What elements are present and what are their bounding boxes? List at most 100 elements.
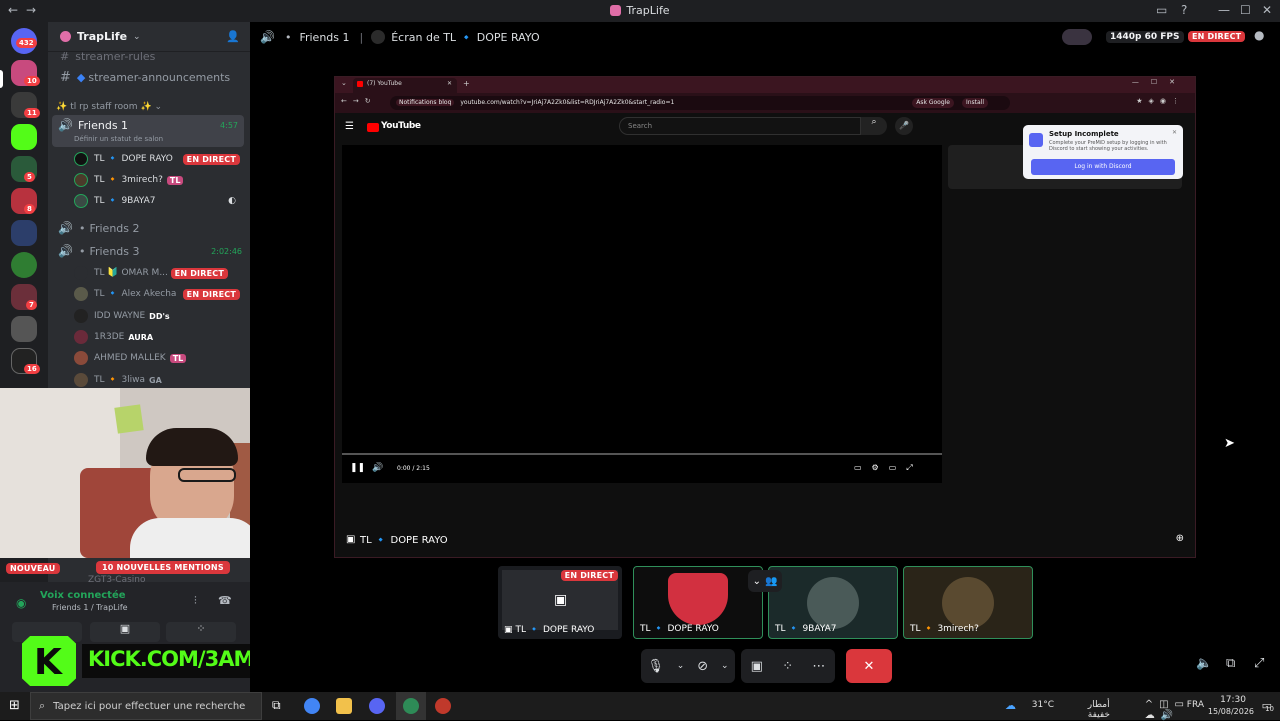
new-tab-icon[interactable]: + xyxy=(463,79,470,88)
obs-icon[interactable] xyxy=(435,698,451,714)
chat-icon[interactable]: ● xyxy=(1254,28,1264,42)
close-button[interactable]: ✕ xyxy=(1262,3,1272,17)
clock-date[interactable]: 15/08/2026 xyxy=(1208,707,1254,716)
youtube-search-input[interactable]: Search xyxy=(619,117,861,135)
server-icon[interactable] xyxy=(11,252,37,278)
disconnect-icon[interactable]: ☎ xyxy=(218,594,232,607)
file-explorer-icon[interactable] xyxy=(336,698,352,714)
channel-status-placeholder[interactable]: Définir un statut de salon xyxy=(74,135,163,143)
notification-chip[interactable]: Notifications bloq xyxy=(396,99,455,106)
chevron-down-icon[interactable]: ⌄ xyxy=(721,661,729,671)
browser-tab[interactable]: (7) YouTube ✕ xyxy=(353,78,457,93)
ask-google-chip[interactable]: Ask Google xyxy=(912,98,954,108)
server-icon-kick[interactable] xyxy=(11,124,37,150)
youtube-logo-text[interactable]: YouTube xyxy=(381,121,421,131)
avatar xyxy=(74,287,88,301)
close-tab-icon[interactable]: ✕ xyxy=(447,80,452,87)
server-icon[interactable] xyxy=(11,316,37,342)
noise-suppression-icon[interactable]: ⫶ xyxy=(194,594,197,608)
channel-item[interactable]: # ◆ streamer-announcements xyxy=(56,67,244,87)
nav-icons[interactable]: ←→↻ xyxy=(341,97,377,105)
progress-bar[interactable] xyxy=(342,453,942,455)
more-options-button[interactable]: ⋯ xyxy=(812,659,825,674)
inbox-icon[interactable]: ▭ xyxy=(1156,3,1167,17)
viewers-avatars[interactable] xyxy=(1062,29,1092,45)
voice-member[interactable]: TL 🔸 3liwa GA xyxy=(74,370,242,390)
voice-member[interactable]: TL 🔰 OMAR M... EN DIRECT xyxy=(74,263,242,283)
screen-share-button[interactable]: ▣ xyxy=(751,659,763,674)
pause-icon[interactable]: ❚❚ xyxy=(350,463,365,473)
tray-icons[interactable]: ^◫▭☁🔊 xyxy=(1145,699,1190,721)
player-controls-icons[interactable]: ▭⚙▭⤢ xyxy=(854,463,923,473)
server-icon[interactable] xyxy=(11,220,37,246)
weather-desc[interactable]: أمطار خفيفة xyxy=(1088,700,1110,720)
role-tag: GA xyxy=(149,375,162,385)
voice-channel-friends-2[interactable]: 🔊 • Friends 2 xyxy=(56,218,244,238)
voice-member[interactable]: IDD WAYNE DD's xyxy=(74,306,242,326)
volume-mute-icon[interactable]: 🔈 xyxy=(1196,656,1212,671)
video-player[interactable]: ❚❚ 🔊 0:00 / 2:15 ▭⚙▭⤢ xyxy=(342,145,942,483)
login-discord-button[interactable]: Log in with Discord xyxy=(1031,159,1175,175)
activities-button[interactable]: ⁘ xyxy=(782,659,793,674)
participant-tile[interactable]: TL 🔹 9BAYA7 xyxy=(768,566,898,639)
voice-location[interactable]: Friends 1 / TrapLife xyxy=(52,603,128,612)
category-header[interactable]: ✨ tl rp staff room ✨ ⌄ xyxy=(56,97,244,117)
address-bar[interactable]: Notifications bloq youtube.com/watch?v=J… xyxy=(390,96,1010,110)
close-icon[interactable]: ✕ xyxy=(1172,129,1177,136)
help-icon[interactable]: ? xyxy=(1181,3,1187,17)
mentions-badge[interactable]: 10 NOUVELLES MENTIONS xyxy=(96,561,230,574)
disconnect-button[interactable]: ✕ xyxy=(846,649,892,683)
channel-item[interactable]: # streamer-rules xyxy=(56,46,244,66)
extension-icons[interactable]: ★◈◉⋮ xyxy=(1136,97,1185,105)
mic-icon[interactable]: 🎤 xyxy=(895,117,913,135)
volume-icon[interactable]: 🔊 xyxy=(372,463,383,473)
popout-icon[interactable]: ⧉ xyxy=(1226,656,1235,671)
voice-channel-friends-1[interactable]: 🔊 Friends 1 4:57 Définir un statut de sa… xyxy=(52,115,244,147)
participant-tile[interactable]: ▣ EN DIRECT ▣ TL 🔹 DOPE RAYO xyxy=(498,566,622,639)
chrome-icon[interactable] xyxy=(304,698,320,714)
menu-icon[interactable]: ☰ xyxy=(345,121,354,132)
voice-status[interactable]: Voix connectée xyxy=(40,590,126,601)
browser-window-controls[interactable]: —☐✕ xyxy=(1132,78,1187,86)
breadcrumb-channel[interactable]: Friends 1 xyxy=(299,31,349,44)
voice-member[interactable]: TL 🔹 9BAYA7 ◐ xyxy=(74,191,242,211)
discord-icon[interactable] xyxy=(369,698,385,714)
chevron-down-icon[interactable]: ⌄ xyxy=(753,576,761,587)
breadcrumb-screen[interactable]: Écran de TL 🔹 DOPE RAYO xyxy=(391,31,539,44)
chrome-alt-icon[interactable] xyxy=(403,698,419,714)
weather-icon: ☁ xyxy=(1005,699,1016,712)
maximize-button[interactable]: ☐ xyxy=(1240,3,1251,17)
add-user-icon[interactable]: 👥 xyxy=(765,576,777,587)
selected-pill xyxy=(0,70,3,88)
window-title: TrapLife xyxy=(626,4,670,17)
zoom-icon[interactable]: ⊕ xyxy=(1176,533,1184,544)
minimize-button[interactable]: — xyxy=(1218,3,1230,17)
participant-tile[interactable]: TL 🔸 3mirech? xyxy=(903,566,1033,639)
voice-member[interactable]: TL 🔸 3mirech? TL xyxy=(74,170,242,190)
taskbar-search[interactable]: ⌕ Tapez ici pour effectuer une recherche xyxy=(30,692,262,720)
install-chip[interactable]: Install xyxy=(961,98,988,108)
participant-tile[interactable]: ⌄ TL 🔹 DOPE RAYO xyxy=(633,566,763,639)
input-language[interactable]: FRA xyxy=(1187,700,1204,710)
voice-member[interactable]: TL 🔹 DOPE RAYO EN DIRECT xyxy=(74,149,242,169)
search-icon[interactable]: ⌕ xyxy=(861,117,887,135)
voice-member[interactable]: 1R3DE AURA xyxy=(74,327,242,347)
server-badge: 16 xyxy=(24,364,40,374)
voice-channel-friends-3[interactable]: 🔊 • Friends 3 2:02:46 xyxy=(56,241,244,261)
voice-member[interactable]: AHMED MALLEK TL xyxy=(74,348,242,368)
clock-time[interactable]: 17:30 xyxy=(1220,695,1246,705)
notification-count: 10 xyxy=(1265,705,1274,713)
live-badge: EN DIRECT xyxy=(170,267,228,279)
camera-off-button[interactable]: ⊘ xyxy=(697,659,708,674)
microphone-button[interactable]: 🎙 xyxy=(647,659,664,674)
live-badge: EN DIRECT xyxy=(560,570,618,581)
weather-temp[interactable]: 31°C xyxy=(1032,700,1054,710)
tile-overlay-controls[interactable]: ⌄ 👥 xyxy=(748,570,782,592)
fullscreen-icon[interactable]: ⤢ xyxy=(1254,656,1264,671)
windows-start-icon[interactable]: ⊞ xyxy=(9,698,20,713)
add-member-icon[interactable]: 👤 xyxy=(226,30,240,43)
chevron-down-icon[interactable]: ⌄ xyxy=(677,661,685,671)
voice-member[interactable]: TL 🔹 Alex Akecha EN DIRECT xyxy=(74,284,242,304)
shared-screen[interactable]: ⌄ (7) YouTube ✕ + —☐✕ ←→↻ Notifications … xyxy=(334,76,1196,558)
task-view-icon[interactable]: ⧉ xyxy=(272,698,281,713)
